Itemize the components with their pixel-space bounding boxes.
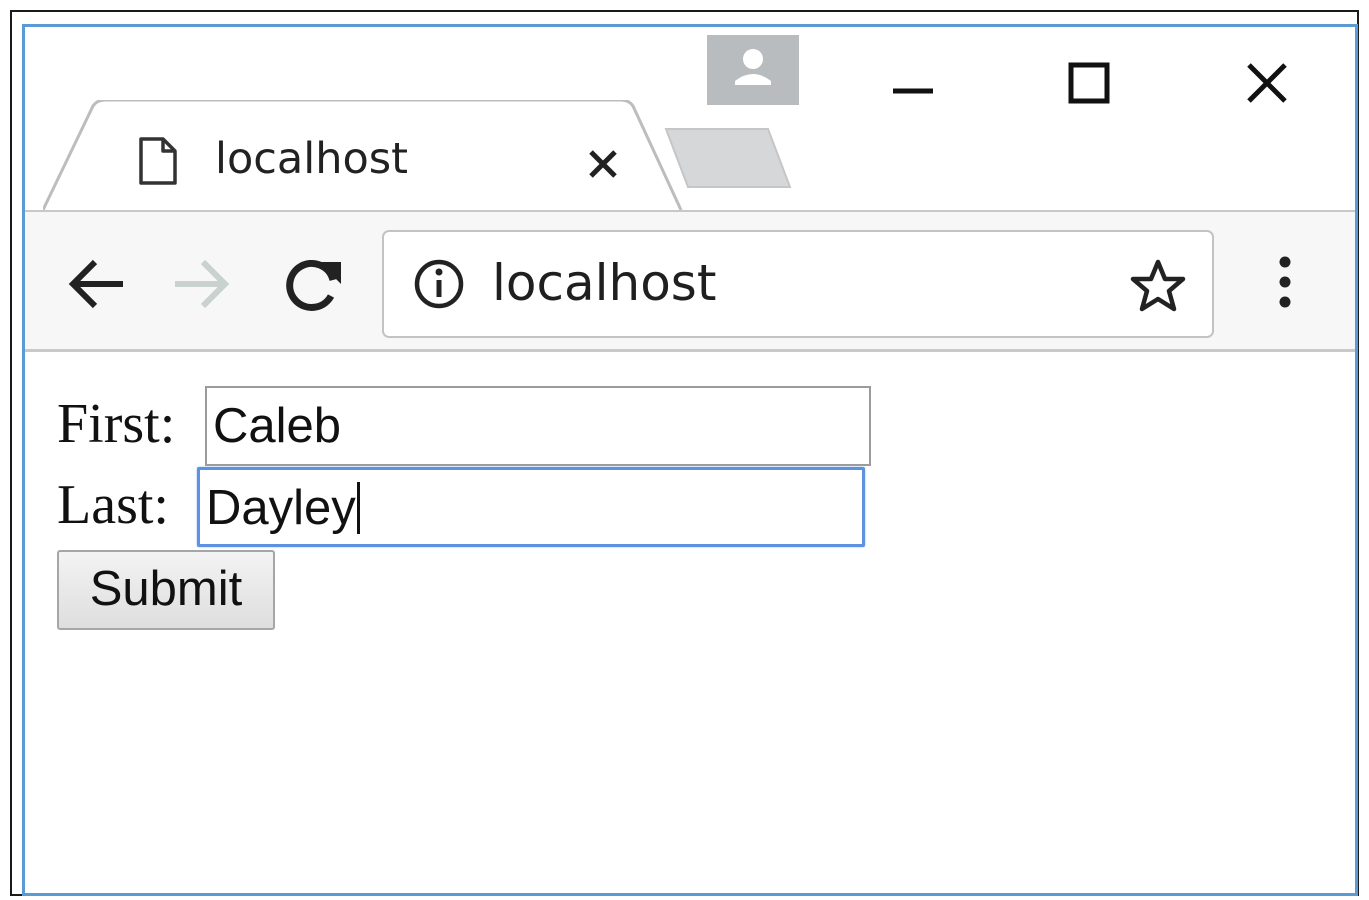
arrow-right-icon [175,259,230,309]
close-icon [1247,63,1287,103]
address-bar[interactable]: localhost [382,230,1214,338]
tab-title: localhost [215,134,409,184]
info-icon[interactable] [412,257,466,311]
tab-localhost[interactable]: localhost [43,100,683,212]
maximize-button[interactable] [1057,53,1121,117]
browser-window: localhost localhost First: Caleb Last: D… [22,24,1358,896]
page-icon [135,136,179,186]
last-name-input[interactable]: Dayley [197,467,865,547]
browser-toolbar: localhost [25,210,1355,352]
first-name-label: First: [57,393,176,455]
minimize-icon [893,88,933,94]
kebab-menu-icon[interactable] [1265,252,1305,312]
close-window-button[interactable] [1235,53,1299,117]
forward-button[interactable] [167,250,235,318]
first-name-input[interactable]: Caleb [205,386,871,466]
maximize-icon [1068,62,1110,104]
new-tab-button[interactable] [660,125,800,195]
text-cursor [356,482,360,534]
new-tab-icon [664,128,792,188]
page-content: First: Caleb Last: Dayley Submit [25,352,1355,893]
title-bar: localhost [25,27,1355,212]
submit-button[interactable]: Submit [57,550,275,630]
last-name-label: Last: [57,474,169,536]
first-name-value: Caleb [213,399,342,453]
url-text[interactable]: localhost [492,254,716,312]
profile-avatar-button[interactable] [707,35,799,105]
reload-button[interactable] [279,250,347,318]
back-button[interactable] [63,250,131,318]
reload-icon [286,260,341,311]
minimize-button[interactable] [881,53,945,117]
last-name-value: Dayley [206,481,356,535]
arrow-left-icon [68,259,123,309]
close-icon [589,150,617,178]
star-icon[interactable] [1129,258,1187,314]
tab-close-button[interactable] [583,144,623,184]
person-icon [735,49,771,85]
